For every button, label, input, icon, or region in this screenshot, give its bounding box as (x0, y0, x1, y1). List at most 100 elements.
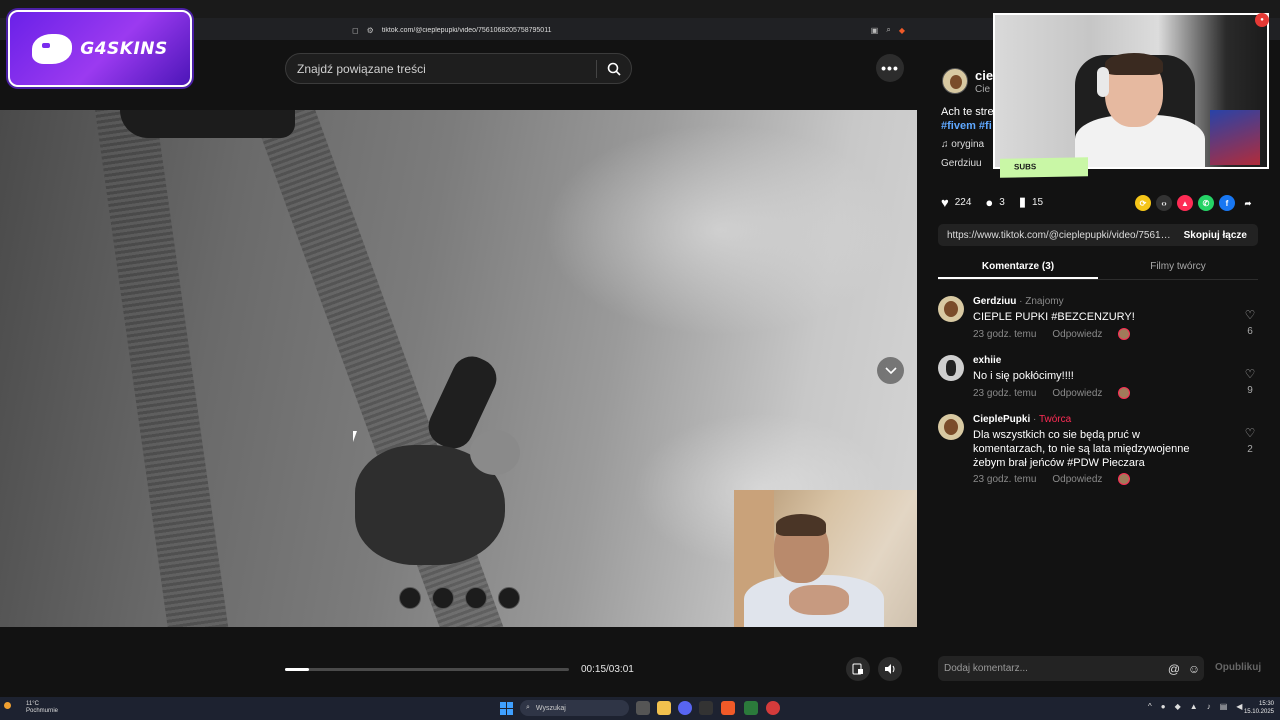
next-video-button[interactable] (877, 357, 904, 384)
more-options-button[interactable]: ••• (876, 54, 904, 82)
publish-button[interactable]: Opublikuj (1215, 662, 1261, 673)
tagged-user[interactable]: Gerdziuu (941, 158, 996, 169)
like-button[interactable]: ♥ 224 (941, 195, 971, 210)
extension-icon[interactable]: ▣ (871, 26, 879, 35)
comment-author[interactable]: CieplePupki (973, 414, 1030, 425)
wall-poster (1210, 110, 1260, 165)
comment-like-button[interactable]: ♡ (1243, 308, 1257, 322)
video-player[interactable] (0, 110, 917, 627)
share-link-box: https://www.tiktok.com/@cieplepupki/vide… (938, 224, 1258, 246)
comment-like-count: 9 (1247, 385, 1253, 396)
facebook-icon[interactable]: f (1219, 195, 1235, 211)
music-link[interactable]: ♫ orygina (941, 139, 996, 150)
ability-slot (399, 587, 421, 609)
system-tray: ^ ● ◆ ▲ ♪ ▤ ◀ (1148, 702, 1242, 711)
volume-icon (885, 664, 895, 674)
app-icon[interactable] (678, 701, 692, 715)
video-progress-fill (285, 668, 309, 671)
clock-date: 15.10.2025 (1243, 709, 1274, 715)
commenter-avatar[interactable] (938, 296, 964, 322)
tray-icon[interactable]: ▲ (1190, 702, 1198, 711)
weather-widget[interactable]: 11°C Pochmurnie (10, 701, 58, 715)
tray-chevron-icon[interactable]: ^ (1148, 702, 1152, 711)
comment-author[interactable]: Gerdziuu (973, 296, 1016, 307)
network-icon[interactable]: ▤ (1220, 702, 1228, 711)
facecam-guest (734, 490, 917, 627)
facecam-hands (789, 585, 849, 615)
creator-liked-icon (1118, 328, 1131, 340)
reply-button[interactable]: Odpowiedz (1052, 329, 1102, 340)
author-avatar[interactable] (942, 68, 968, 94)
author-name[interactable]: cie (975, 68, 993, 83)
app-icon[interactable] (766, 701, 780, 715)
brave-browser-icon[interactable] (721, 701, 735, 715)
comment-like-button[interactable]: ♡ (1243, 426, 1257, 440)
repost-icon[interactable]: ⟳ (1135, 195, 1151, 211)
comment-input[interactable]: Dodaj komentarz... @ ☺ (938, 656, 1204, 681)
save-button[interactable]: ▮ 15 (1019, 194, 1043, 210)
g4skins-logo: G4SKINS (8, 10, 192, 87)
facecam-hair (776, 514, 826, 536)
comment-meta: 23 godz. temu Odpowiedz (973, 328, 1131, 340)
comment-item: CieplePupki · Twórca Dla wszystkich co s… (938, 414, 1258, 488)
headset-icon (1097, 67, 1109, 97)
search-placeholder: Znajdź powiązane treści (297, 61, 426, 76)
comments-button[interactable]: ● 3 (985, 195, 1004, 210)
video-hashtags[interactable]: #fivem #fi (941, 120, 996, 132)
app-icon[interactable] (699, 701, 713, 715)
share-arrow-icon[interactable]: ➦ (1240, 195, 1256, 211)
address-bar[interactable]: ◻ ⚙ tiktok.com/@cieplepupki/video/756106… (346, 21, 911, 39)
comment-meta: 23 godz. temu Odpowiedz (973, 387, 1131, 399)
site-info-icon[interactable]: ⚙ (367, 26, 374, 35)
subs-label: SUBS (1000, 157, 1088, 178)
picture-in-picture-button[interactable] (846, 657, 870, 681)
copy-link-button[interactable]: Skopiuj łącze (1173, 230, 1258, 241)
search-button[interactable] (597, 53, 631, 84)
bookmark-icon[interactable]: ◻ (352, 26, 359, 35)
video-progress-bar[interactable] (285, 668, 569, 671)
app-icon[interactable] (744, 701, 758, 715)
volume-button[interactable] (878, 657, 902, 681)
comment-text: No i się pokłócimy!!!! (973, 370, 1074, 382)
comment-badge: Znajomy (1025, 296, 1064, 307)
video-actions: ♥ 224 ● 3 ▮ 15 (941, 194, 1057, 210)
emoji-icon[interactable]: ☺ (1184, 662, 1204, 676)
weather-desc: Pochmurnie (26, 708, 59, 714)
like-count: 224 (954, 196, 972, 208)
reply-button[interactable]: Odpowiedz (1052, 388, 1102, 399)
comment-meta: 23 godz. temu Odpowiedz (973, 473, 1131, 485)
creator-liked-icon (1118, 473, 1131, 485)
brave-shield-icon[interactable]: ◆ (899, 26, 905, 35)
mouse-cursor (353, 431, 357, 442)
mention-icon[interactable]: @ (1164, 662, 1184, 676)
reply-button[interactable]: Odpowiedz (1052, 474, 1102, 485)
tray-icon[interactable]: ◆ (1175, 702, 1181, 711)
comment-like-button[interactable]: ♡ (1243, 367, 1257, 381)
tire-track (95, 110, 241, 627)
embed-icon[interactable]: ‹› (1156, 195, 1172, 211)
tray-icon[interactable]: ● (1161, 702, 1166, 711)
send-to-friends-icon[interactable]: ▲ (1177, 195, 1193, 211)
share-link-url[interactable]: https://www.tiktok.com/@cieplepupki/vide… (938, 230, 1173, 241)
tab-comments[interactable]: Komentarze (3) (938, 256, 1098, 279)
url-text[interactable]: tiktok.com/@cieplepupki/video/7561068205… (382, 27, 863, 34)
commenter-avatar[interactable] (938, 414, 964, 440)
microphone-icon[interactable]: ♪ (1207, 702, 1211, 711)
task-view-icon[interactable] (636, 701, 650, 715)
video-time: 00:15/03:01 (581, 664, 634, 675)
taskbar-clock[interactable]: 15:30 15.10.2025 (1240, 700, 1274, 716)
zoom-icon[interactable]: ⌕ (886, 25, 890, 35)
file-explorer-icon[interactable] (657, 701, 671, 715)
search-input[interactable]: Znajdź powiązane treści (285, 53, 632, 84)
windows-start-icon[interactable] (500, 702, 513, 715)
creator-badge: Twórca (1038, 414, 1072, 425)
car-bumper (120, 110, 295, 138)
chevron-down-icon (884, 366, 897, 374)
comment-text: CIEPLE PUPKI #BEZCENZURY! (973, 311, 1135, 323)
screen: ◻ ⚙ tiktok.com/@cieplepupki/video/756106… (0, 0, 1280, 720)
commenter-avatar[interactable] (938, 355, 964, 381)
whatsapp-icon[interactable]: ✆ (1198, 195, 1214, 211)
taskbar-search[interactable]: ⌕ Wyszukaj (520, 700, 629, 716)
comment-author[interactable]: exhiie (973, 355, 1001, 366)
tab-creator-videos[interactable]: Filmy twórcy (1098, 256, 1258, 279)
